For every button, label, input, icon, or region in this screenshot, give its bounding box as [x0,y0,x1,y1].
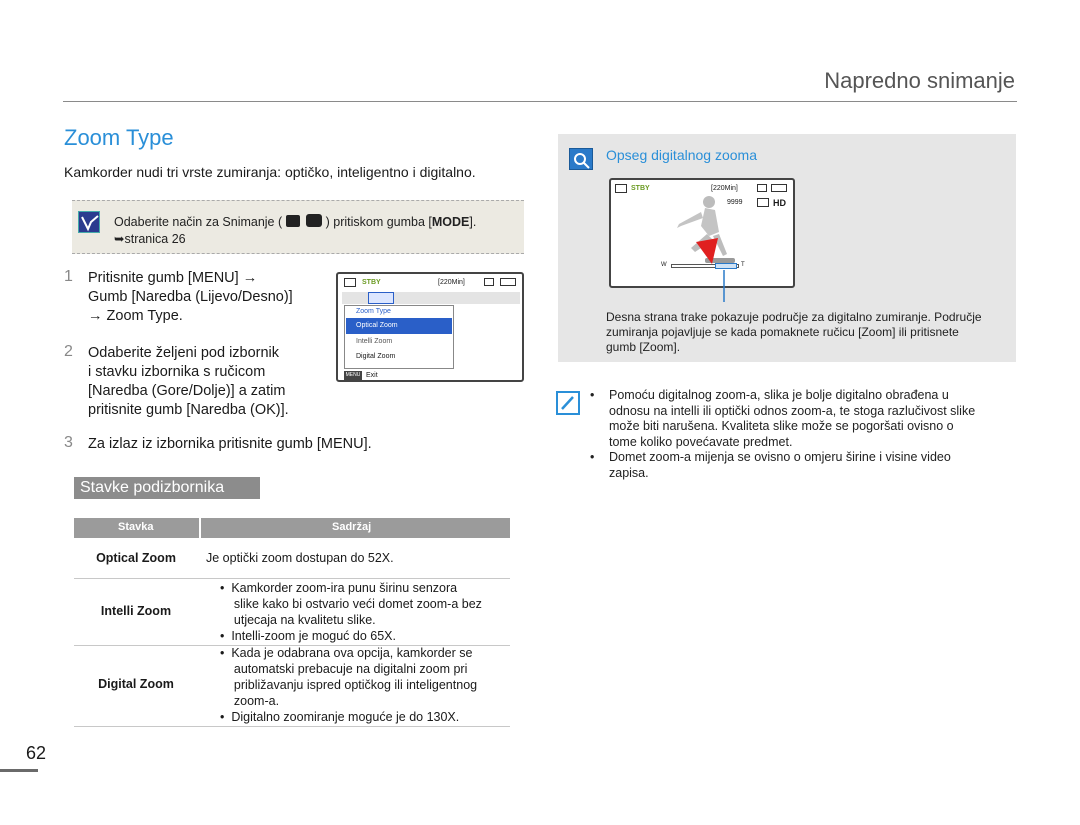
photo-camera-icon [306,214,323,227]
table-row-name: Optical Zoom [96,551,176,565]
quality-icon [757,198,769,207]
table-cell-line: utjecaja na kvalitetu slike. [220,613,376,627]
zoom-caption-line: zumiranja pojavljuje se kada pomaknete r… [606,325,959,339]
menu-item-intelli-zoom[interactable]: Intelli Zoom [346,334,452,350]
menu-key: MENU [344,371,362,380]
column-divider [199,518,201,538]
table-cell-line: zoom-a. [220,694,280,708]
tip-pencil-icon [556,391,580,415]
step-2-line-3: [Naredba (Gore/Dolje)] a zatim [88,383,286,399]
table-cell-line: Je optički zoom dostupan do 52X. [206,551,394,565]
table-cell-line: približavanju ispred optičkog ili inteli… [220,678,478,692]
step-1-line-1: Pritisnite gumb [MENU] → [88,270,258,286]
mode-key: MODE [431,215,470,229]
camcorder-icon [344,278,356,287]
battery-icon [771,184,787,192]
table-row-name: Digital Zoom [98,677,174,691]
row-divider [74,726,510,727]
lcd-status: STBY [631,185,650,192]
submenu-heading: Stavke podizbornika [74,477,260,499]
step-2-line-4: pritisnite gumb [Naredba (OK)]. [88,402,289,418]
table-cell-line: • Kada je odabrana ova opcija, kamkorder… [220,646,473,660]
zoom-range-heading: Opseg digitalnog zooma [606,147,757,163]
zoom-wide-label: W [661,262,667,268]
step-2-number: 2 [64,343,73,360]
step-2-line-1: Odaberite željeni pod izbornik [88,345,280,361]
tip-2-line: zapisa. [609,465,649,480]
note-box: Odaberite način za Snimanje ( ) pritisko… [72,200,524,254]
table-cell-line: • Intelli-zoom je moguć do 65X. [220,629,396,643]
header-divider [63,101,1017,102]
bullet-dot: • [590,450,595,464]
video-camera-icon [285,215,300,227]
menu-item-optical-zoom[interactable]: Optical Zoom [346,318,452,334]
pointer-arrow-icon [696,238,725,302]
table-cell-line: • Digitalno zoomiranje moguće je do 130X… [220,710,460,724]
step-1-line-2: Gumb [Naredba (Lijevo/Desno)] [88,289,293,305]
note-page-ref: ➥stranica 26 [114,232,186,246]
table-row-name: Intelli Zoom [100,604,172,618]
hd-badge: HD [773,198,786,208]
step-3-number: 3 [64,434,73,451]
table-cell-line: • Kamkorder zoom-ira punu širinu senzora [220,581,458,595]
lcd-menu-screen: STBY [220Min] Zoom Type Optical Zoom Int… [336,272,524,382]
step-1-number: 1 [64,268,73,285]
note-line-1: Odaberite način za Snimanje ( ) pritisko… [114,214,476,229]
step-1-line-3: → Zoom Type. [88,308,183,324]
step-2-line-2: i stavku izbornika s ručicom [88,364,266,380]
lcd-time: [220Min] [438,279,465,286]
exit-label: Exit [366,372,378,379]
section-title: Napredno snimanje [824,68,1015,93]
page-title: Zoom Type [64,125,174,150]
column-header-item: Stavka [118,521,154,533]
lcd-menu-title: Zoom Type [356,308,391,315]
magnifier-icon [569,148,593,170]
lcd-status: STBY [362,279,381,286]
tip-1-line: može biti narušena. Kvaliteta slike može… [609,419,954,433]
note-icon [78,211,100,233]
bullet-dot: • [590,388,595,402]
table-cell-line: automatski prebacuje na digitalni zoom p… [220,662,468,676]
note-prefix: Odaberite način za Snimanje ( [114,215,283,229]
camcorder-icon [615,184,627,193]
row-divider [74,578,510,579]
note-middle: ) pritiskom gumba [ [325,215,432,229]
battery-icon [500,278,516,286]
zoom-tab-icon [368,292,394,304]
card-icon [757,184,767,192]
page-number-underline [0,769,38,772]
menu-item-digital-zoom[interactable]: Digital Zoom [346,349,452,365]
tip-1-line: Pomoću digitalnog zoom-a, slika je bolje… [609,388,949,402]
card-icon [484,278,494,286]
page-number: 62 [25,743,47,763]
zoom-caption-line: Desna strana trake pokazuje područje za … [606,310,982,324]
column-header-content: Sadržaj [332,521,372,533]
tip-2-line: Domet zoom-a mijenja se ovisno o omjeru … [609,450,951,464]
note-end: ]. [469,215,477,229]
table-header: Stavka Sadržaj [74,518,510,538]
tip-1-line: odnosu na intelli ili optički odnos zoom… [609,403,976,418]
tip-1-line: tome koliko povećavate predmet. [609,434,793,449]
table-cell-line: slike kako bi ostvario veći domet zoom-a… [220,597,482,611]
zoom-caption-line: gumb [Zoom]. [606,340,681,354]
zoom-tele-label: T [741,262,745,268]
step-3-line-1: Za izlaz iz izbornika pritisnite gumb [M… [88,436,372,452]
intro-text: Kamkorder nudi tri vrste zumiranja: opti… [64,164,476,180]
